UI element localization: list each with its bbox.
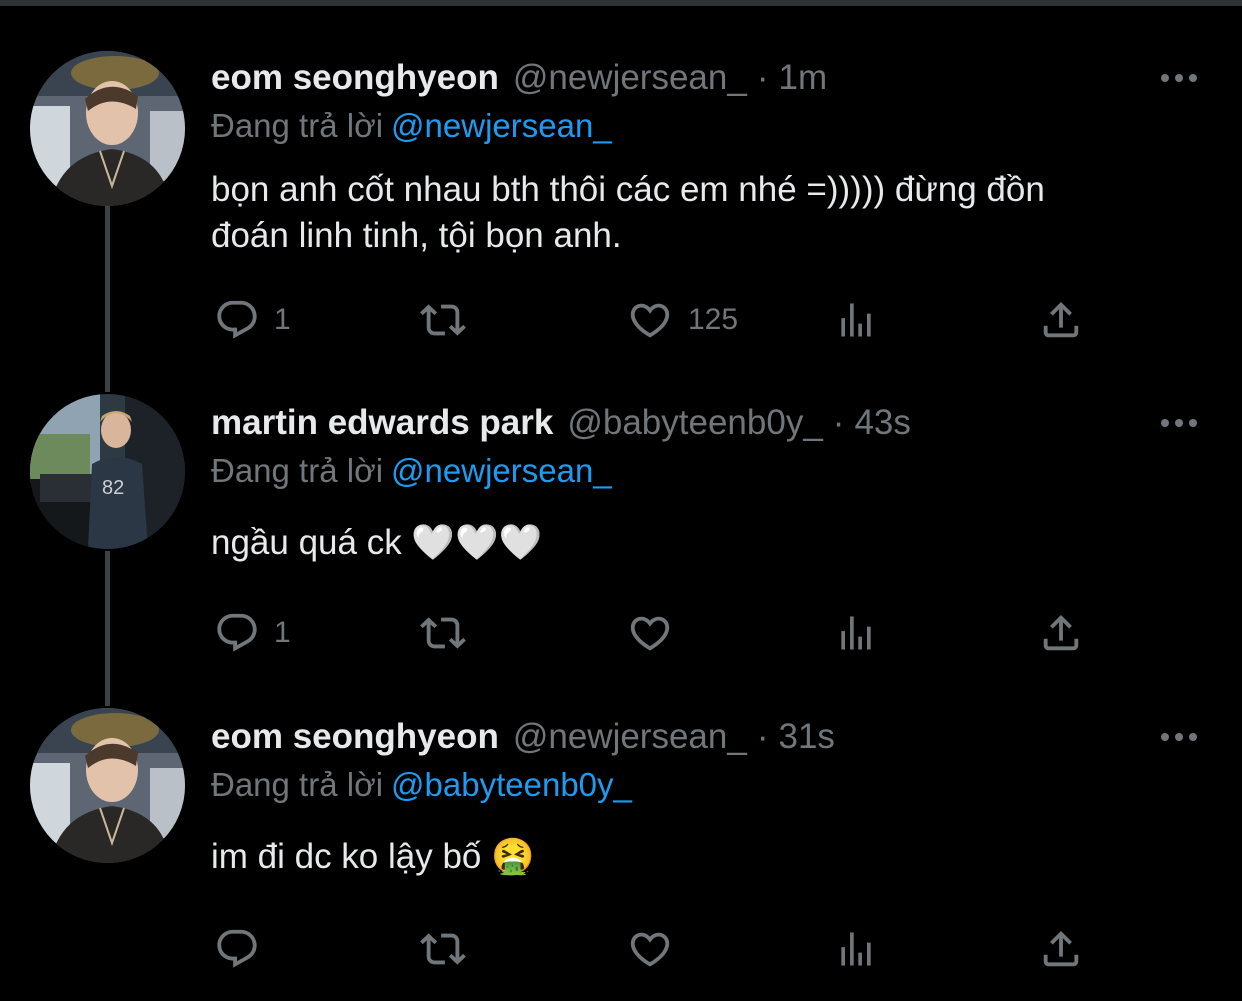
- retweet-icon: [417, 610, 469, 656]
- username[interactable]: @newjersean_: [513, 717, 747, 757]
- timestamp[interactable]: 1m: [778, 58, 827, 98]
- svg-text:82: 82: [102, 477, 124, 499]
- replying-to: Đang trả lời @babyteenb0y_: [211, 766, 632, 804]
- retweet-icon: [417, 297, 469, 343]
- reply-count: 1: [274, 616, 291, 649]
- separator-dot: ·: [756, 717, 769, 756]
- replying-to-label: Đang trả lời: [211, 452, 384, 489]
- avatar[interactable]: 82: [30, 394, 185, 549]
- action-bar: [0, 924, 1242, 974]
- username[interactable]: @newjersean_: [513, 58, 747, 98]
- timestamp[interactable]: 31s: [778, 717, 834, 757]
- replying-to: Đang trả lời @newjersean_: [211, 107, 612, 145]
- display-name[interactable]: eom seonghyeon: [211, 717, 499, 757]
- replying-to-label: Đang trả lời: [211, 107, 384, 144]
- avatar[interactable]: [30, 708, 185, 863]
- replying-to: Đang trả lời @newjersean_: [211, 452, 612, 490]
- like-icon: [626, 926, 674, 972]
- reply-count: 1: [274, 303, 291, 336]
- reply-button[interactable]: 1: [214, 608, 291, 658]
- reply-icon: [214, 926, 260, 972]
- separator-dot: ·: [756, 58, 769, 97]
- share-button[interactable]: [1038, 608, 1084, 658]
- tweet-text: im đi dc ko lậy bố 🤮: [211, 834, 1191, 880]
- reply-button[interactable]: [214, 924, 274, 974]
- analytics-icon: [834, 610, 878, 656]
- reply-button[interactable]: 1: [214, 295, 291, 345]
- like-button[interactable]: 125: [626, 295, 738, 345]
- tweet-header: eom seonghyeon @newjersean_ · 31s: [211, 714, 835, 760]
- like-icon: [626, 297, 674, 343]
- tweet-header: martin edwards park @babyteenb0y_ · 43s: [211, 400, 911, 446]
- tweet-text: bọn anh cốt nhau bth thôi các em nhé =))…: [211, 167, 1191, 259]
- analytics-button[interactable]: [834, 608, 878, 658]
- display-name[interactable]: eom seonghyeon: [211, 58, 499, 98]
- like-icon: [626, 610, 674, 656]
- timestamp[interactable]: 43s: [854, 403, 910, 443]
- like-button[interactable]: [626, 608, 688, 658]
- tweet-text-line: bọn anh cốt nhau bth thôi các em nhé =))…: [211, 170, 1045, 209]
- tweet[interactable]: eom seonghyeon @newjersean_ · 1m Đang tr…: [0, 51, 1242, 355]
- display-name[interactable]: martin edwards park: [211, 403, 553, 443]
- share-button[interactable]: [1038, 924, 1084, 974]
- action-bar: 1 125: [0, 295, 1242, 345]
- like-button[interactable]: [626, 924, 688, 974]
- tweet-text-line: ngầu quá ck 🤍🤍🤍: [211, 523, 543, 562]
- retweet-button[interactable]: [417, 924, 483, 974]
- analytics-button[interactable]: [834, 295, 878, 345]
- reply-icon: [214, 297, 260, 343]
- more-icon[interactable]: [1158, 406, 1200, 440]
- reply-icon: [214, 610, 260, 656]
- tweet-text: ngầu quá ck 🤍🤍🤍: [211, 520, 1191, 566]
- more-icon[interactable]: [1158, 720, 1200, 754]
- tweet-header: eom seonghyeon @newjersean_ · 1m: [211, 55, 827, 101]
- share-icon: [1038, 297, 1084, 343]
- separator-dot: ·: [832, 403, 845, 442]
- share-button[interactable]: [1038, 295, 1084, 345]
- analytics-icon: [834, 297, 878, 343]
- mention-link[interactable]: @newjersean_: [391, 107, 612, 144]
- analytics-icon: [834, 926, 878, 972]
- tweet[interactable]: 82 martin edwards park @babyteenb0y_ · 4…: [0, 394, 1242, 690]
- tweet-text-line: im đi dc ko lậy bố 🤮: [211, 837, 535, 876]
- avatar[interactable]: [30, 51, 185, 206]
- like-count: 125: [688, 303, 739, 336]
- top-divider: [0, 0, 1242, 6]
- mention-link[interactable]: @babyteenb0y_: [391, 766, 632, 803]
- username[interactable]: @babyteenb0y_: [567, 403, 822, 443]
- retweet-button[interactable]: [417, 295, 483, 345]
- tweet-text-line: đoán linh tinh, tội bọn anh.: [211, 216, 622, 255]
- mention-link[interactable]: @newjersean_: [391, 452, 612, 489]
- action-bar: 1: [0, 608, 1242, 658]
- tweet[interactable]: eom seonghyeon @newjersean_ · 31s Đang t…: [0, 708, 1242, 994]
- retweet-icon: [417, 926, 469, 972]
- share-icon: [1038, 610, 1084, 656]
- retweet-button[interactable]: [417, 608, 483, 658]
- more-icon[interactable]: [1158, 61, 1200, 95]
- share-icon: [1038, 926, 1084, 972]
- replying-to-label: Đang trả lời: [211, 766, 384, 803]
- analytics-button[interactable]: [834, 924, 878, 974]
